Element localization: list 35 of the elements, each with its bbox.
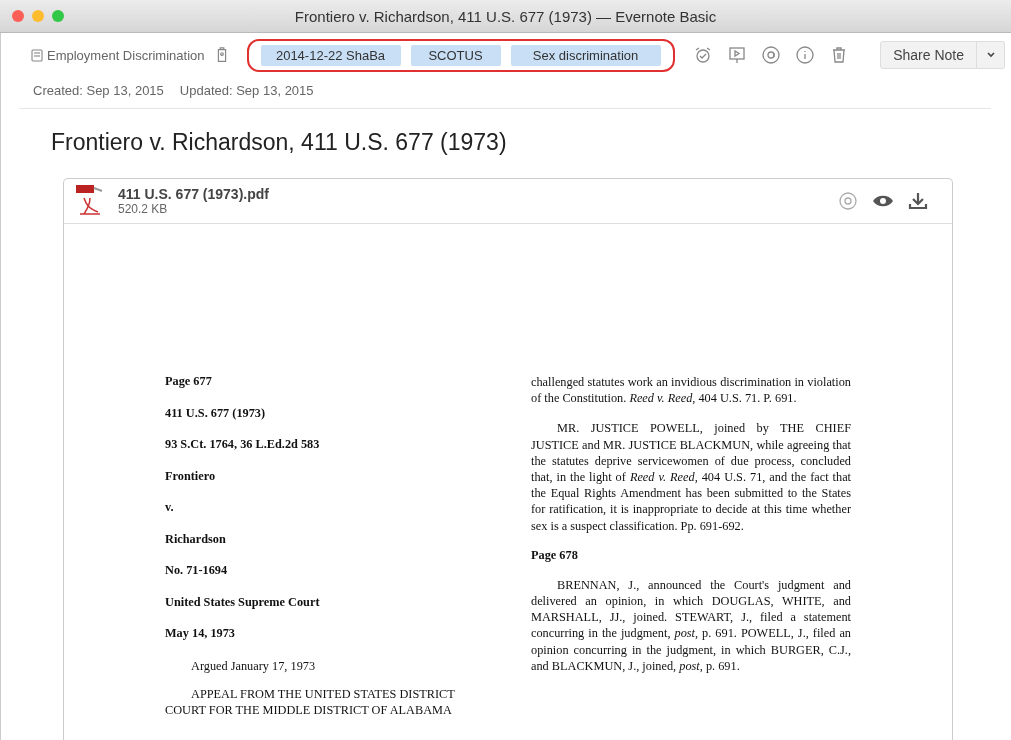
document-heading: Frontiero (165, 468, 217, 483)
share-note-button[interactable]: Share Note (880, 41, 977, 69)
document-paragraph: APPEAL FROM THE UNITED STATES DISTRICT COURT FOR THE MIDDLE DISTRICT OF ALABAMA (165, 685, 456, 718)
presentation-icon[interactable] (726, 45, 747, 65)
document-heading: No. 71-1694 (165, 563, 229, 577)
caret-icon (985, 51, 996, 59)
document-heading: United States Supreme Court (165, 594, 321, 609)
tag[interactable]: Sex discrimination (510, 44, 661, 66)
document-paragraph: BRENNAN, J., announced the Court's judgment and delivered an opinion, in which DOUGLAS, WHITE, and MARSHALL, JJ., joined. STEWART, J., filed a statement concurring in the judgment, post, p. 691. POWELL, J., filed an opinion concurring in the judgment, in which BURGER, C.J., and BLACKMUN, J., joined, post, p. 691. (531, 576, 851, 675)
document-heading: 93 S.Ct. 1764, 36 L.Ed.2d 583 (165, 437, 321, 451)
document-paragraph: Argued January 17, 1973 (190, 657, 317, 674)
file-name: 411 U.S. 677 (1973).pdf (118, 186, 269, 202)
document-paragraph: MR. JUSTICE POWELL, joined by THE CHIEF JUSTICE and MR. JUSTICE BLACKMUN, while agreeing that the statutes deprive servicewomen of due process, concluded that, in the light of Reed v. Reed, 404 U.S. 71, and the fact that the Equal Rights Amendment has been submitted to the States for ratification, it is inappropriate to decide at this time whether sex is a suspect classification. Pp. 691-692. (531, 420, 851, 534)
document-heading: Page 677 (165, 374, 213, 388)
document-heading: Richardson (165, 531, 227, 546)
created-date: Created: Sep 13, 2015 (33, 83, 164, 98)
info-icon[interactable] (794, 45, 815, 65)
document-heading: Page 678 (531, 547, 579, 563)
document-paragraph: challenged statutes work an invidious discrimination in violation of the Constitution. Reed v. Reed, 404 U.S. 71. P. 691. (531, 374, 851, 407)
notebook-selector[interactable]: Employment Discrimination (19, 47, 205, 63)
document-heading: v. (165, 500, 175, 514)
window-title: Frontiero v. Richardson, 411 U.S. 677 (1973) — Evernote Basic (293, 7, 718, 25)
eye-icon[interactable] (872, 194, 894, 208)
document-heading: May 14, 1973 (165, 626, 237, 640)
file-size: 520.2 KB (118, 202, 169, 216)
tag[interactable]: 2014-12-22 ShaBa (260, 44, 401, 66)
download-icon[interactable] (908, 192, 928, 210)
share-options-button[interactable] (977, 41, 1005, 69)
note-title: Frontiero v. Richardson, 411 U.S. 677 (1973) (51, 129, 508, 156)
notebook-icon (31, 48, 43, 62)
tag[interactable]: SCOTUS (410, 44, 501, 66)
document-heading: 411 U.S. 677 (1973) (165, 405, 267, 420)
updated-date: Updated: Sep 13, 2015 (179, 83, 314, 98)
close-button[interactable] (12, 10, 24, 22)
zoom-button[interactable] (52, 10, 64, 22)
